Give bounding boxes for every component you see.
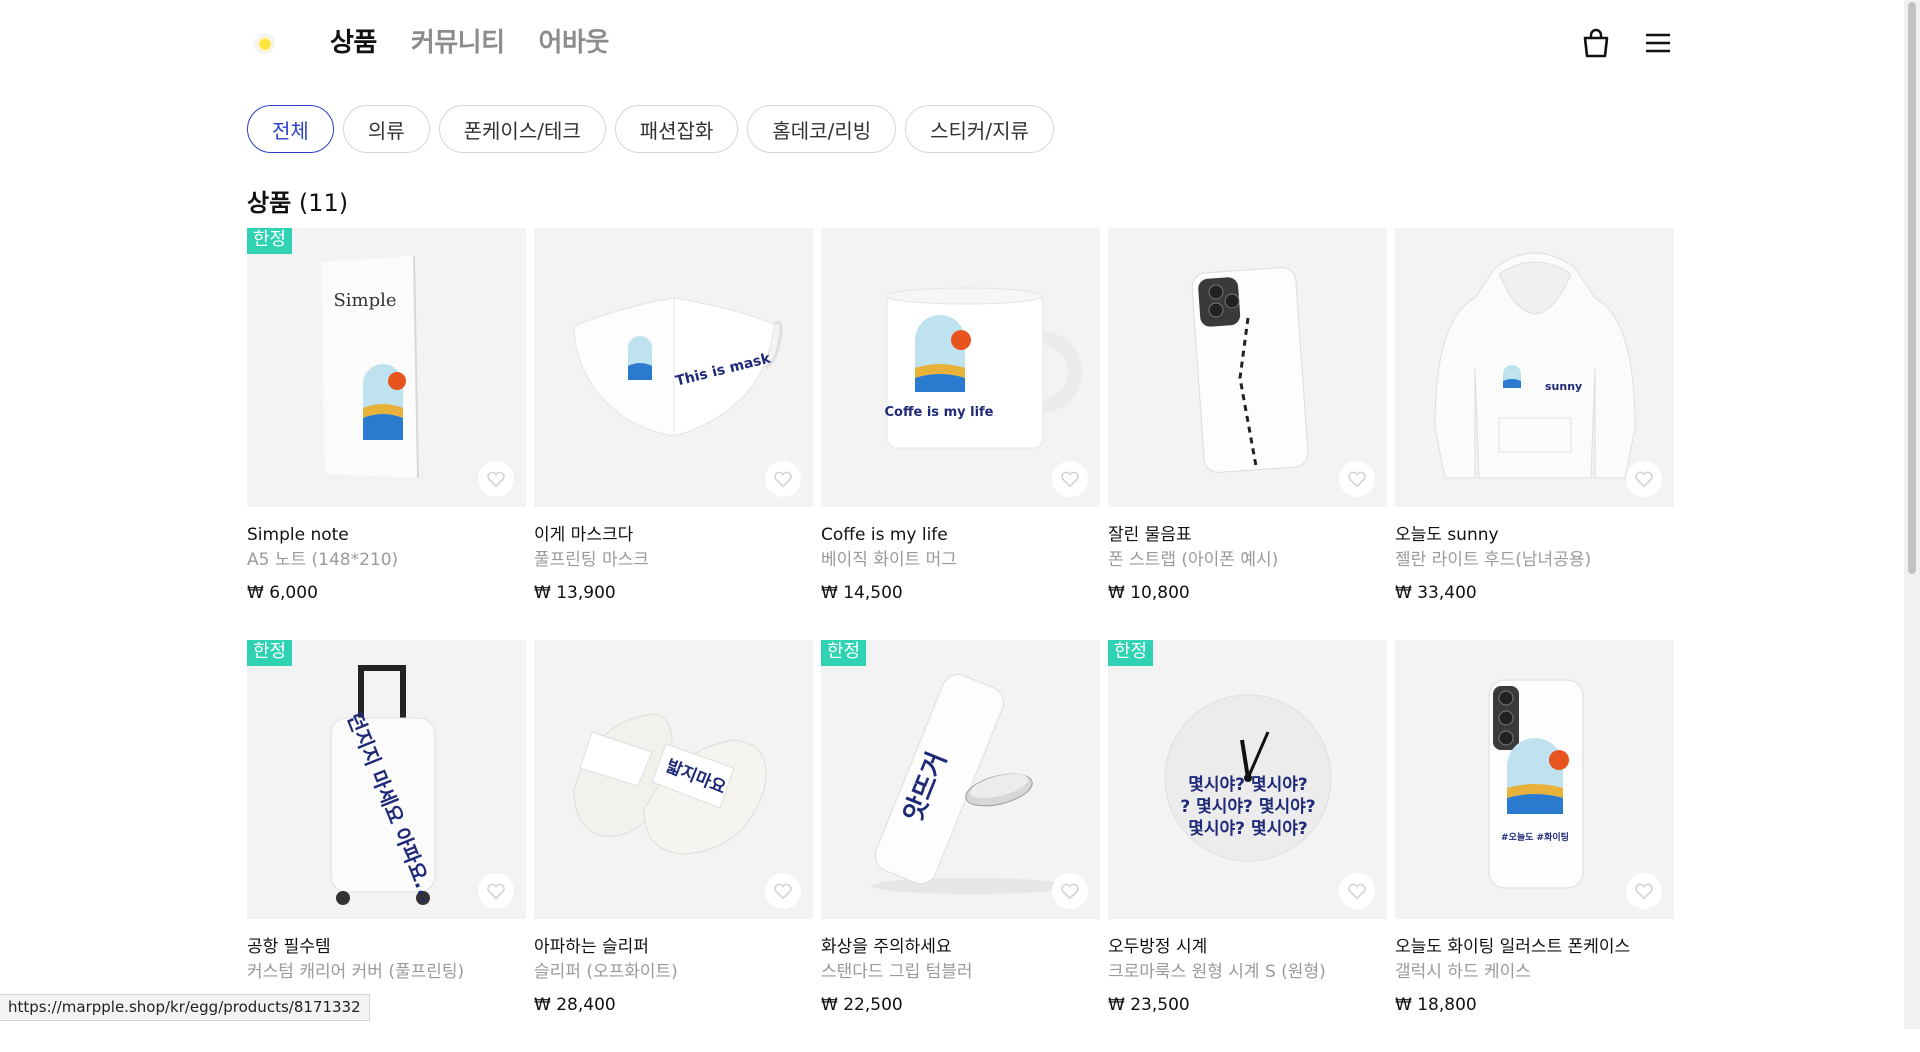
product-card[interactable]: #오늘도 #화이팅 오늘도 화이팅 일러스트 폰케이스 갤럭시 하드 케이스 ₩…: [1395, 640, 1674, 1052]
limited-badge: 한정: [821, 640, 867, 666]
hoodie-art-text: sunny: [1545, 380, 1582, 393]
site-header: 상품 커뮤니티 어바웃: [0, 0, 1920, 84]
status-url-tooltip: https://marpple.shop/kr/egg/products/817…: [0, 994, 370, 1021]
limited-badge: 한정: [247, 640, 293, 666]
product-name[interactable]: 이게 마스크다: [534, 523, 813, 547]
product-card[interactable]: 잘린 물음표 폰 스트랩 (아이폰 예시) ₩ 10,800: [1108, 228, 1387, 640]
limited-badge: 한정: [1108, 640, 1154, 666]
section-title: 상품 (11): [247, 183, 348, 218]
menu-icon[interactable]: [1641, 26, 1675, 60]
product-image[interactable]: 던지지 마세요 아파요... 한정: [247, 640, 526, 919]
product-type: 크로마룩스 원형 시계 S (원형): [1108, 962, 1326, 982]
heart-icon[interactable]: [1339, 873, 1375, 909]
product-name[interactable]: 잘린 물음표: [1108, 523, 1387, 547]
chip-home-living[interactable]: 홈데코/리빙: [747, 105, 897, 153]
product-type: 스탠다드 그립 텀블러: [821, 962, 973, 982]
product-price: ₩ 23,500: [1108, 995, 1190, 1015]
product-type: 풀프린팅 마스크: [534, 550, 649, 570]
section-title-label: 상품: [247, 189, 292, 217]
product-image[interactable]: This is mask: [534, 228, 813, 507]
product-card[interactable]: 앗뜨거 한정 화상을 주의하세요 스탠다드 그립 텀블러 ₩ 22,500: [821, 640, 1100, 1052]
product-type: 슬리퍼 (오프화이트): [534, 962, 678, 982]
svg-text:몇시야? 몇시야?: 몇시야? 몇시야?: [1188, 819, 1307, 839]
mug-art-text: Coffe is my life: [885, 405, 994, 420]
product-name[interactable]: 아파하는 슬리퍼: [534, 935, 813, 959]
product-image[interactable]: 앗뜨거 한정: [821, 640, 1100, 919]
product-image[interactable]: #오늘도 #화이팅: [1395, 640, 1674, 919]
heart-icon[interactable]: [1052, 461, 1088, 497]
product-image[interactable]: [1108, 228, 1387, 507]
product-price: ₩ 18,800: [1395, 995, 1477, 1015]
chip-phonecase-tech[interactable]: 폰케이스/테크: [438, 105, 606, 153]
product-price: ₩ 33,400: [1395, 583, 1477, 603]
shopping-bag-icon[interactable]: [1579, 26, 1613, 60]
limited-badge: 한정: [247, 228, 293, 254]
product-name[interactable]: 화상을 주의하세요: [821, 935, 1100, 959]
product-type: 베이직 화이트 머그: [821, 550, 957, 570]
product-type: 커스텀 캐리어 커버 (풀프린팅): [247, 962, 465, 982]
egg-logo[interactable]: [253, 32, 275, 54]
heart-icon[interactable]: [765, 461, 801, 497]
chip-sticker-paper[interactable]: 스티커/지류: [905, 105, 1054, 153]
product-type: 젤란 라이트 후드(남녀공용): [1395, 550, 1592, 570]
product-card[interactable]: Coffe is my life Coffe is my life 베이직 화이…: [821, 228, 1100, 640]
product-count: (11): [298, 189, 349, 217]
product-price: ₩ 10,800: [1108, 583, 1190, 603]
product-name[interactable]: 오두방정 시계: [1108, 935, 1387, 959]
heart-icon[interactable]: [1052, 873, 1088, 909]
heart-icon[interactable]: [1626, 873, 1662, 909]
product-grid: Simple 한정 Simple note A5 노트 (148*210) ₩ …: [247, 228, 1674, 1052]
product-image[interactable]: 몇시야? 몇시야? ? 몇시야? 몇시야? 몇시야? 몇시야? 한정: [1108, 640, 1387, 919]
nav-about[interactable]: 어바웃: [539, 22, 610, 59]
page-scrollbar[interactable]: [1904, 0, 1920, 1029]
product-price: ₩ 22,500: [821, 995, 903, 1015]
heart-icon[interactable]: [765, 873, 801, 909]
product-price: ₩ 14,500: [821, 583, 903, 603]
product-card[interactable]: Simple 한정 Simple note A5 노트 (148*210) ₩ …: [247, 228, 526, 640]
category-filter: 전체 의류 폰케이스/테크 패션잡화 홈데코/리빙 스티커/지류: [247, 105, 1054, 153]
notebook-art-text: Simple: [333, 290, 396, 311]
heart-icon[interactable]: [478, 461, 514, 497]
heart-icon[interactable]: [1339, 461, 1375, 497]
product-image[interactable]: 밟지마요: [534, 640, 813, 919]
product-card[interactable]: 밟지마요 아파하는 슬리퍼 슬리퍼 (오프화이트) ₩ 28,400: [534, 640, 813, 1052]
product-price: ₩ 13,900: [534, 583, 616, 603]
product-image[interactable]: Coffe is my life: [821, 228, 1100, 507]
product-price: ₩ 28,400: [534, 995, 616, 1015]
product-name[interactable]: 오늘도 화이팅 일러스트 폰케이스: [1395, 935, 1674, 959]
product-type: A5 노트 (148*210): [247, 550, 399, 570]
product-price: ₩ 6,000: [247, 583, 318, 603]
chip-all[interactable]: 전체: [247, 105, 334, 153]
product-type: 폰 스트랩 (아이폰 예시): [1108, 550, 1279, 570]
scrollbar-thumb[interactable]: [1908, 2, 1916, 574]
heart-icon[interactable]: [478, 873, 514, 909]
product-name[interactable]: 공항 필수템: [247, 935, 526, 959]
product-card[interactable]: 몇시야? 몇시야? ? 몇시야? 몇시야? 몇시야? 몇시야? 한정 오두방정 …: [1108, 640, 1387, 1052]
product-name[interactable]: Coffe is my life: [821, 523, 1100, 547]
nav-community[interactable]: 커뮤니티: [411, 22, 505, 59]
product-card[interactable]: sunny 오늘도 sunny 젤란 라이트 후드(남녀공용) ₩ 33,400: [1395, 228, 1674, 640]
product-name[interactable]: 오늘도 sunny: [1395, 523, 1674, 547]
product-type: 갤럭시 하드 케이스: [1395, 962, 1531, 982]
heart-icon[interactable]: [1626, 461, 1662, 497]
product-card[interactable]: This is mask 이게 마스크다 풀프린팅 마스크 ₩ 13,900: [534, 228, 813, 640]
product-card[interactable]: 던지지 마세요 아파요... 한정 공항 필수템 커스텀 캐리어 커버 (풀프린…: [247, 640, 526, 1052]
product-image[interactable]: sunny: [1395, 228, 1674, 507]
chip-clothing[interactable]: 의류: [342, 105, 430, 153]
nav-products[interactable]: 상품: [330, 22, 377, 59]
chip-fashion-goods[interactable]: 패션잡화: [614, 105, 739, 153]
product-name[interactable]: Simple note: [247, 523, 526, 547]
svg-text:? 몇시야? 몇시야?: ? 몇시야? 몇시야?: [1180, 797, 1315, 817]
galaxy-case-art-text: #오늘도 #화이팅: [1501, 831, 1569, 843]
main-nav: 상품 커뮤니티 어바웃: [330, 22, 609, 59]
product-image[interactable]: Simple 한정: [247, 228, 526, 507]
